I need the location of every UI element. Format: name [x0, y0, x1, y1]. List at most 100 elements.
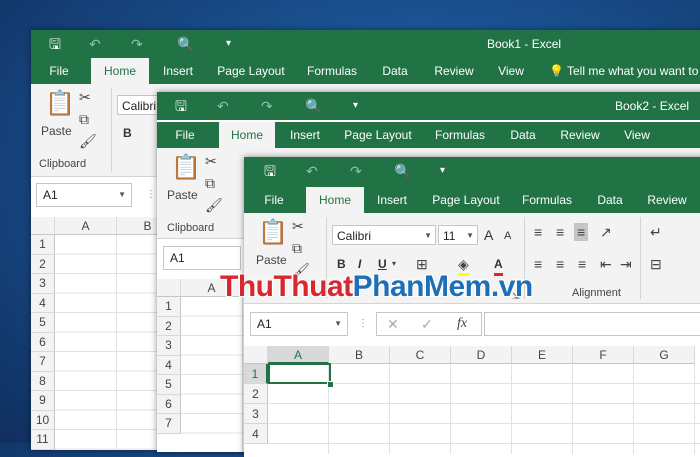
row-header[interactable]: 6 — [157, 394, 181, 414]
tab-view[interactable]: View — [619, 122, 655, 148]
tab-view[interactable]: View — [493, 58, 529, 84]
active-cell-A1[interactable] — [268, 363, 331, 384]
row-header[interactable]: 7 — [157, 414, 181, 434]
paste-label[interactable]: Paste — [256, 253, 287, 267]
undo-icon[interactable]: ↶ — [217, 92, 229, 120]
increase-indent-icon[interactable]: ⇥ — [620, 255, 632, 273]
tab-file[interactable]: File — [252, 187, 296, 213]
name-box[interactable]: A1 — [163, 246, 241, 270]
select-all-corner[interactable] — [244, 346, 268, 364]
print-preview-icon[interactable]: 🔍 — [305, 92, 322, 120]
tab-data[interactable]: Data — [592, 187, 628, 213]
align-right-icon[interactable]: ≡ — [578, 255, 586, 273]
column-header-E[interactable]: E — [512, 346, 573, 364]
align-bottom-icon[interactable]: ≡ — [574, 223, 589, 241]
row-header[interactable]: 3 — [31, 274, 55, 294]
row-header[interactable]: 5 — [157, 375, 181, 395]
formula-bar-handle-icon[interactable]: ⋮ — [358, 315, 368, 333]
tab-data[interactable]: Data — [377, 58, 413, 84]
column-header-C[interactable]: C — [390, 346, 451, 364]
row-header[interactable]: 11 — [31, 430, 55, 450]
paste-icon[interactable]: 📋 — [45, 90, 75, 118]
row-header[interactable]: 8 — [31, 371, 55, 391]
row-header[interactable]: 2 — [244, 384, 268, 404]
column-header-G[interactable]: G — [634, 346, 695, 364]
cut-icon[interactable]: ✂ — [79, 88, 91, 106]
column-header-B[interactable]: B — [329, 346, 390, 364]
column-header-F[interactable]: F — [573, 346, 634, 364]
paste-label[interactable]: Paste — [41, 124, 72, 138]
row-header[interactable]: 1 — [31, 235, 55, 255]
redo-icon[interactable]: ↷ — [131, 30, 143, 58]
format-painter-icon[interactable]: 🖌 — [79, 132, 97, 150]
bold-button[interactable]: B — [123, 124, 132, 142]
select-all-corner[interactable] — [31, 217, 55, 235]
row-header[interactable]: 1 — [157, 297, 181, 317]
copy-icon[interactable]: ⧉ — [79, 110, 89, 128]
undo-icon[interactable]: ↶ — [89, 30, 101, 58]
row-header[interactable]: 7 — [31, 352, 55, 372]
save-icon[interactable]: 🖫 — [49, 30, 61, 58]
redo-icon[interactable]: ↷ — [261, 92, 273, 120]
name-box[interactable]: A1 ▼ — [250, 312, 348, 336]
font-name-combo[interactable]: Calibri ▼ — [332, 225, 436, 245]
wrap-text-icon[interactable]: ↵ — [650, 223, 662, 241]
tab-file[interactable]: File — [39, 58, 79, 84]
paste-icon[interactable]: 📋 — [258, 219, 288, 247]
name-box[interactable]: A1 ▼ — [36, 183, 132, 207]
column-header-A[interactable]: A — [55, 217, 117, 235]
row-header[interactable]: 9 — [31, 391, 55, 411]
customize-qat-icon[interactable]: ▾ — [440, 157, 445, 185]
copy-icon[interactable]: ⧉ — [205, 174, 215, 192]
align-middle-icon[interactable]: ≡ — [556, 223, 564, 241]
tab-formulas[interactable]: Formulas — [518, 187, 576, 213]
font-size-combo[interactable]: 11 ▼ — [438, 225, 478, 245]
insert-function-button[interactable]: fx — [457, 315, 467, 333]
row-header[interactable]: 4 — [157, 355, 181, 375]
tab-file[interactable]: File — [165, 122, 205, 148]
tab-home[interactable]: Home — [91, 58, 149, 84]
format-painter-icon[interactable]: 🖌 — [205, 196, 223, 214]
tab-insert[interactable]: Insert — [370, 187, 414, 213]
tell-me-box[interactable]: Tell me what you want to — [567, 58, 700, 84]
tab-formulas[interactable]: Formulas — [303, 58, 361, 84]
align-center-icon[interactable]: ≡ — [556, 255, 564, 273]
cut-icon[interactable]: ✂ — [292, 217, 304, 235]
paste-icon[interactable]: 📋 — [171, 154, 201, 182]
cancel-formula-button[interactable]: ✕ — [387, 315, 399, 333]
enter-formula-button[interactable]: ✓ — [421, 315, 433, 333]
tab-data[interactable]: Data — [505, 122, 541, 148]
row-header[interactable]: 3 — [244, 404, 268, 424]
increase-font-button[interactable]: A — [484, 226, 493, 244]
worksheet-grid[interactable] — [181, 297, 251, 452]
print-preview-icon[interactable]: 🔍 — [394, 157, 411, 185]
row-header[interactable]: 2 — [31, 254, 55, 274]
merge-center-icon[interactable]: ⊟ — [650, 255, 662, 273]
row-header[interactable]: 4 — [31, 293, 55, 313]
customize-qat-icon[interactable]: ▾ — [353, 92, 358, 120]
tab-formulas[interactable]: Formulas — [431, 122, 489, 148]
row-header[interactable]: 1 — [244, 364, 268, 384]
undo-icon[interactable]: ↶ — [306, 157, 318, 185]
worksheet-grid[interactable] — [268, 364, 700, 454]
copy-icon[interactable]: ⧉ — [292, 239, 302, 257]
cut-icon[interactable]: ✂ — [205, 152, 217, 170]
paste-label[interactable]: Paste — [167, 188, 198, 202]
align-top-icon[interactable]: ≡ — [534, 223, 542, 241]
row-header[interactable]: 2 — [157, 316, 181, 336]
row-header[interactable]: 3 — [157, 336, 181, 356]
row-header[interactable]: 4 — [244, 424, 268, 444]
print-preview-icon[interactable]: 🔍 — [177, 30, 194, 58]
decrease-indent-icon[interactable]: ⇤ — [600, 255, 612, 273]
tab-review[interactable]: Review — [642, 187, 692, 213]
column-header-D[interactable]: D — [451, 346, 512, 364]
align-left-icon[interactable]: ≡ — [534, 255, 542, 273]
tab-page-layout[interactable]: Page Layout — [428, 187, 504, 213]
save-icon[interactable]: 🖫 — [175, 92, 187, 120]
row-header[interactable]: 5 — [31, 313, 55, 333]
formula-bar-handle-icon[interactable]: ⋮ — [146, 186, 156, 204]
tab-insert[interactable]: Insert — [283, 122, 327, 148]
tab-home[interactable]: Home — [306, 187, 364, 213]
select-all-corner[interactable] — [157, 279, 181, 297]
formula-input[interactable] — [484, 312, 700, 336]
